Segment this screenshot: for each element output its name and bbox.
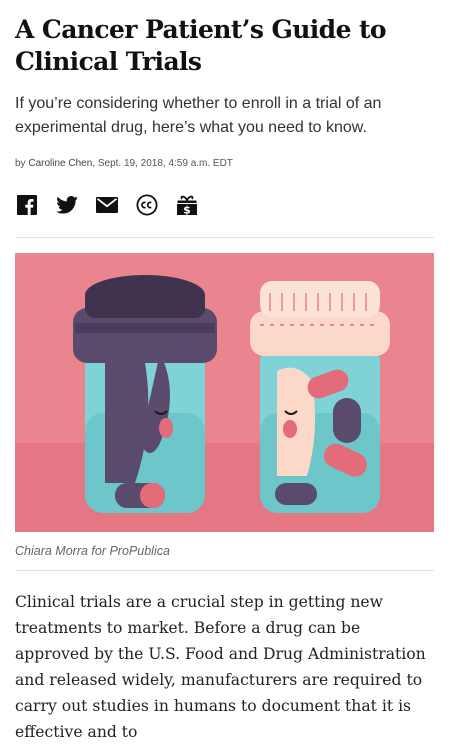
author-link[interactable]: Caroline Chen — [28, 158, 92, 169]
article-body: Clinical trials are a crucial step in ge… — [15, 593, 426, 741]
twitter-icon[interactable] — [55, 193, 79, 217]
share-bar: $ — [15, 193, 434, 217]
image-caption: Chiara Morra for ProPublica — [15, 544, 170, 558]
dateline: , Sept. 19, 2018, 4:59 a.m. EDT — [92, 158, 233, 169]
illustration — [15, 253, 434, 532]
email-icon[interactable] — [95, 193, 119, 217]
headline: A Cancer Patient’s Guide to Clinical Tri… — [15, 15, 387, 76]
creative-commons-icon[interactable] — [135, 193, 159, 217]
caption-divider — [15, 570, 434, 571]
gift-icon[interactable]: $ — [175, 193, 199, 217]
byline-prefix: by — [15, 158, 29, 169]
article: A Cancer Patient’s Guide to Clinical Tri… — [0, 14, 450, 745]
byline: by Caroline Chen, Sept. 19, 2018, 4:59 a… — [15, 158, 434, 169]
dek: If you’re considering whether to enroll … — [15, 95, 382, 136]
facebook-icon[interactable] — [15, 193, 39, 217]
divider — [15, 237, 434, 238]
svg-text:$: $ — [183, 204, 191, 217]
